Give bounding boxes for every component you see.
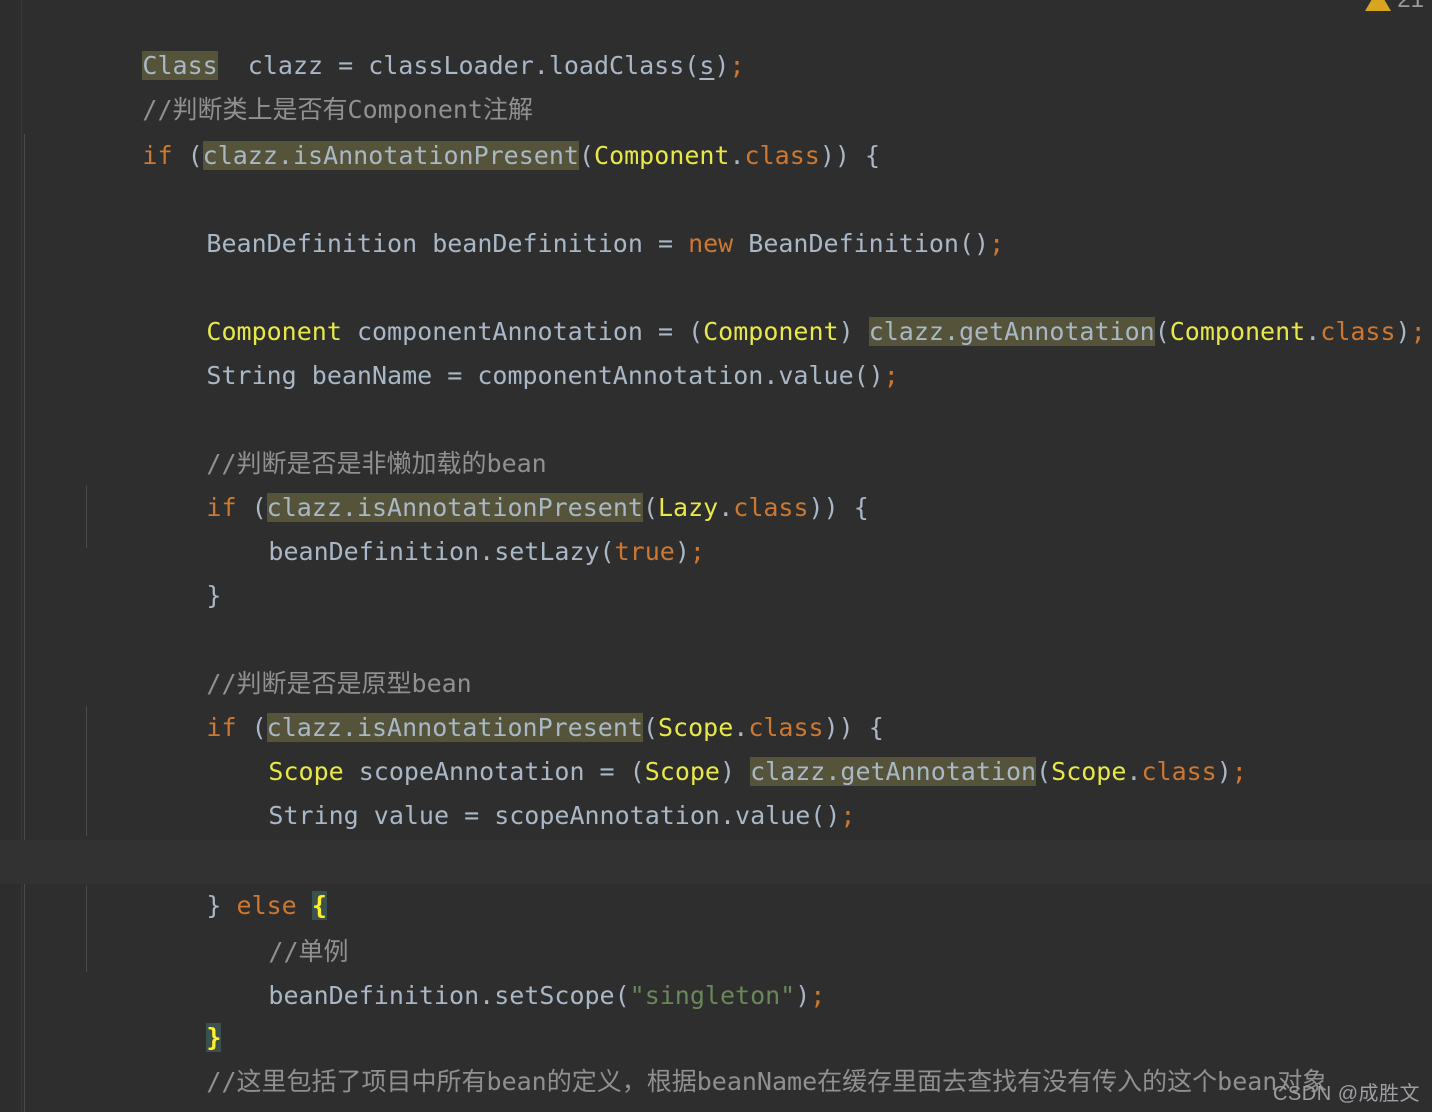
editor-surface[interactable]: 21 Class clazz = classLoader.loadClass(s…	[0, 0, 1432, 1112]
code-line[interactable]: //判断是否是原型bean	[0, 618, 1432, 698]
code-line[interactable]: //判断类上是否有Component注解	[0, 44, 1432, 124]
code-line[interactable]: beanDefinition.setScope("singleton");	[0, 930, 1432, 1010]
code-line[interactable]: Component componentAnnotation = (Compone…	[0, 266, 1432, 346]
code-line[interactable]: Class clazz = classLoader.loadClass(s);	[0, 0, 1432, 80]
code-line[interactable]: if (clazz.isAnnotationPresent(Component.…	[0, 90, 1432, 170]
token-semicolon: ;	[883, 361, 899, 390]
token-keyword-new: new	[688, 229, 734, 258]
token-text: String beanName = componentAnnotation.va…	[206, 361, 884, 390]
token-paren: ))	[819, 141, 865, 170]
token-occurrence-isannotationpresent: clazz.isAnnotationPresent	[202, 141, 579, 170]
token-keyword-if: if	[142, 141, 173, 170]
token-annotation-component: Component	[594, 141, 730, 170]
code-line[interactable]: //这里包括了项目中所有bean的定义，根据beanName在缓存里面去查找有没…	[0, 1016, 1432, 1096]
code-line[interactable]: beanDefinitionMap.put(beanName,beanDefin…	[0, 1060, 1432, 1112]
code-line[interactable]: if (clazz.isAnnotationPresent(Lazy.class…	[0, 442, 1432, 522]
token-dot: .	[729, 141, 745, 170]
token-keyword-class: class	[744, 141, 820, 170]
csdn-watermark: CSDN @成胜文	[1272, 1083, 1420, 1105]
code-line[interactable]: beanDefinition.setScope(value);	[0, 794, 1432, 874]
code-line[interactable]: if (clazz.isAnnotationPresent(Scope.clas…	[0, 662, 1432, 742]
code-line[interactable]: String beanName = componentAnnotation.va…	[0, 310, 1432, 390]
token-brace-open: {	[864, 141, 881, 170]
code-line[interactable]: //单例	[0, 886, 1432, 966]
code-editor-screenshot: 21 Class clazz = classLoader.loadClass(s…	[0, 0, 1432, 1112]
token-text: BeanDefinition()	[733, 229, 990, 258]
code-line[interactable]: BeanDefinition beanDefinition = new Bean…	[0, 178, 1432, 258]
code-line[interactable]: }	[0, 530, 1432, 610]
token-text: BeanDefinition beanDefinition =	[206, 229, 689, 258]
code-line[interactable]: //判断是否是非懒加载的bean	[0, 398, 1432, 478]
code-line[interactable]: Scope scopeAnnotation = (Scope) clazz.ge…	[0, 706, 1432, 786]
token-brace-close: }	[206, 581, 222, 610]
code-line-current[interactable]: } else {	[0, 840, 1432, 920]
token-paren: (	[187, 141, 203, 170]
code-line[interactable]: String value = scopeAnnotation.value();	[0, 750, 1432, 830]
code-line[interactable]: }	[0, 972, 1432, 1052]
token-paren: (	[578, 141, 595, 170]
code-line[interactable]: beanDefinition.setLazy(true);	[0, 486, 1432, 566]
token-semicolon: ;	[989, 229, 1005, 258]
